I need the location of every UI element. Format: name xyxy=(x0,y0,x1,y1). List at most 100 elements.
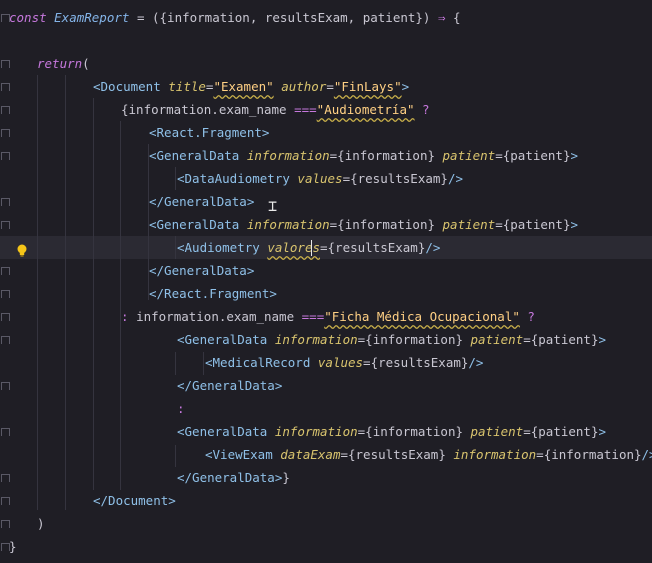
code-token: ⇒ xyxy=(437,10,446,25)
code-token: </GeneralData> xyxy=(177,470,283,485)
code-line[interactable]: </Document> xyxy=(0,489,652,512)
code-token: > xyxy=(570,217,579,232)
code-token: <MedicalRecord xyxy=(205,355,318,370)
code-token: ={information} xyxy=(329,217,443,232)
code-line[interactable]: <GeneralData information={information} p… xyxy=(0,213,652,236)
code-line[interactable]: </GeneralData>} xyxy=(0,466,652,489)
code-token: ={information} xyxy=(329,148,443,163)
code-line[interactable]: <Audiometry valores={resultsExam}/> xyxy=(0,236,652,259)
code-token: ={patient} xyxy=(523,424,599,439)
fold-chevron-icon[interactable] xyxy=(0,144,10,167)
code-token: ={patient} xyxy=(495,217,571,232)
fold-chevron-icon[interactable] xyxy=(0,98,10,121)
code-line[interactable]: <ViewExam dataExam={resultsExam} informa… xyxy=(0,443,652,466)
fold-chevron-icon[interactable] xyxy=(0,75,10,98)
code-token: ( xyxy=(82,56,90,71)
code-line[interactable]: <GeneralData information={information} p… xyxy=(0,328,652,351)
code-line[interactable]: <GeneralData information={information} p… xyxy=(0,420,652,443)
code-line[interactable]: <DataAudiometry values={resultsExam}/> xyxy=(0,167,652,190)
code-token: : xyxy=(121,309,137,324)
code-line[interactable]: <MedicalRecord values={resultsExam}/> xyxy=(0,351,652,374)
code-editor[interactable]: const ExamReport = ({information, result… xyxy=(0,0,652,563)
fold-chevron-icon[interactable] xyxy=(0,328,10,351)
code-token: ) xyxy=(37,516,45,531)
text-cursor xyxy=(311,240,312,256)
code-line[interactable]: </GeneralData> xyxy=(0,190,652,213)
code-token: ={patient} xyxy=(495,148,571,163)
code-text: return( xyxy=(37,52,90,75)
indent-guide xyxy=(93,98,94,490)
code-line[interactable]: {information.exam_name ==="Audiometría" … xyxy=(0,98,652,121)
code-text: : xyxy=(177,397,185,420)
code-token: values xyxy=(317,355,364,370)
code-text: {information.exam_name ==="Audiometría" … xyxy=(121,98,430,121)
fold-chevron-icon[interactable] xyxy=(0,190,10,213)
code-text: <React.Fragment> xyxy=(149,121,269,144)
code-token: {information.exam_name xyxy=(121,102,295,117)
code-text: </React.Fragment> xyxy=(149,282,277,305)
fold-chevron-icon[interactable] xyxy=(0,213,10,236)
code-text: const ExamReport = ({information, result… xyxy=(9,6,461,29)
fold-chevron-icon[interactable] xyxy=(0,305,10,328)
code-line[interactable]: <React.Fragment> xyxy=(0,121,652,144)
code-token: /> xyxy=(641,447,652,462)
code-text: <GeneralData information={information} p… xyxy=(177,328,606,351)
code-text: : information.exam_name ==="Ficha Médica… xyxy=(121,305,535,328)
code-token: <GeneralData xyxy=(177,424,275,439)
code-token: </GeneralData> xyxy=(149,194,255,209)
code-token: = xyxy=(326,79,334,94)
code-token: information xyxy=(246,148,330,163)
code-token: > xyxy=(598,424,607,439)
code-line[interactable]: : information.exam_name ==="Ficha Médica… xyxy=(0,305,652,328)
code-token: </GeneralData> xyxy=(149,263,255,278)
code-token: dataExam xyxy=(280,447,341,462)
code-token: ? xyxy=(519,309,535,324)
code-token: > xyxy=(570,148,579,163)
code-token: /> xyxy=(447,171,463,186)
fold-chevron-icon[interactable] xyxy=(0,489,10,512)
code-line[interactable]: <Document title="Examen" author="FinLays… xyxy=(0,75,652,98)
code-token: title xyxy=(168,79,206,94)
code-line[interactable] xyxy=(0,29,652,52)
code-token: ={resultsExam} xyxy=(320,240,426,255)
code-token: patient xyxy=(470,332,524,347)
code-token: ={resultsExam} xyxy=(342,171,448,186)
indent-guide xyxy=(120,121,121,490)
mouse-ibeam-icon: ⌶ xyxy=(268,197,278,215)
indent-guide xyxy=(37,75,38,510)
fold-chevron-icon[interactable] xyxy=(0,121,10,144)
code-token: <GeneralData xyxy=(149,217,247,232)
code-line[interactable]: return( xyxy=(0,52,652,75)
code-line[interactable]: : xyxy=(0,397,652,420)
indent-guide xyxy=(203,352,204,375)
code-text: </GeneralData>} xyxy=(177,466,290,489)
code-text: <MedicalRecord values={resultsExam}/> xyxy=(205,351,483,374)
code-token: patient xyxy=(470,424,524,439)
code-line[interactable]: } xyxy=(0,535,652,558)
lightbulb-icon[interactable] xyxy=(16,241,28,257)
code-text: </GeneralData> xyxy=(177,374,282,397)
fold-chevron-icon[interactable] xyxy=(0,259,10,282)
code-line[interactable]: </GeneralData> xyxy=(0,259,652,282)
code-line[interactable]: </GeneralData> xyxy=(0,374,652,397)
code-token: <React.Fragment> xyxy=(149,125,270,140)
fold-chevron-icon[interactable] xyxy=(0,374,10,397)
fold-chevron-icon[interactable] xyxy=(0,466,10,489)
code-token: patient xyxy=(442,217,496,232)
fold-chevron-icon[interactable] xyxy=(0,512,10,535)
code-text: <GeneralData information={information} p… xyxy=(149,144,578,167)
code-text: } xyxy=(9,535,17,558)
indent-guide xyxy=(175,236,176,259)
code-line[interactable]: ) xyxy=(0,512,652,535)
fold-chevron-icon[interactable] xyxy=(0,282,10,305)
fold-chevron-icon[interactable] xyxy=(0,52,10,75)
code-line[interactable]: </React.Fragment> xyxy=(0,282,652,305)
code-token: author xyxy=(281,79,327,94)
code-token: information xyxy=(246,217,330,232)
code-token: ={information} xyxy=(536,447,642,462)
code-text: <Document title="Examen" author="FinLays… xyxy=(93,75,409,98)
code-line[interactable]: const ExamReport = ({information, result… xyxy=(0,6,652,29)
code-line[interactable]: <GeneralData information={information} p… xyxy=(0,144,652,167)
code-token: </React.Fragment> xyxy=(149,286,277,301)
fold-chevron-icon[interactable] xyxy=(0,420,10,443)
